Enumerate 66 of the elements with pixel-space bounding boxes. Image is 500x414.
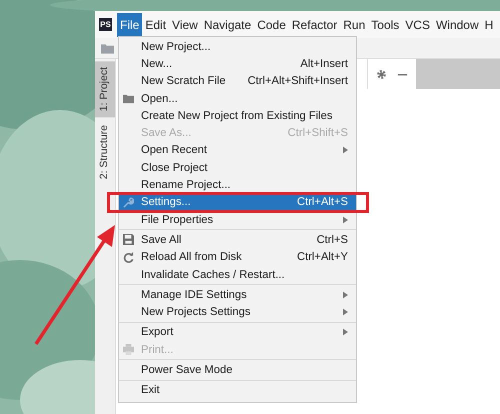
menu-item-label: New Projects Settings bbox=[141, 306, 252, 318]
menu-bar-item[interactable]: Run bbox=[340, 12, 368, 36]
menu-bar-item[interactable]: View bbox=[169, 12, 201, 36]
menu-item-label: Reload All from Disk bbox=[141, 251, 243, 264]
menu-item[interactable]: Exit bbox=[119, 382, 356, 399]
menu-item-label: Export bbox=[141, 326, 174, 338]
shortcut-text: Ctrl+Alt+S bbox=[297, 196, 348, 208]
submenu-arrow-icon bbox=[343, 290, 348, 299]
menu-item-label: Invalidate Caches / Restart... bbox=[141, 268, 286, 280]
menu-item[interactable]: Invalidate Caches / Restart... bbox=[119, 266, 356, 284]
menu-item-label: Settings... bbox=[141, 196, 192, 208]
menu-item[interactable]: Reload All from Disk Ctrl+Alt+Y bbox=[119, 248, 356, 266]
menu-item[interactable]: Save All Ctrl+S bbox=[119, 231, 356, 249]
menu-item-label: File Properties bbox=[141, 214, 214, 226]
menu-bar-item[interactable]: H bbox=[482, 12, 496, 36]
submenu-arrow-icon bbox=[343, 146, 348, 154]
settings-icon[interactable] bbox=[376, 68, 387, 80]
tool-window-tab[interactable]: 2: Structure bbox=[95, 119, 115, 186]
menu-item[interactable]: Power Save Mode bbox=[119, 361, 356, 379]
menu-item[interactable]: New Projects Settings bbox=[119, 303, 356, 321]
menu-item-label: New... bbox=[141, 58, 174, 70]
shortcut-text: Ctrl+S bbox=[316, 234, 348, 246]
menu-item[interactable]: Close Project bbox=[119, 159, 356, 176]
menu-item[interactable]: Rename Project... bbox=[119, 176, 356, 194]
submenu-arrow-icon bbox=[343, 328, 348, 336]
menu-item[interactable]: Open Recent bbox=[119, 142, 356, 160]
app-logo: PS bbox=[99, 18, 112, 31]
tool-window-tab[interactable]: 1: Project bbox=[95, 61, 115, 118]
menu-item-label: Power Save Mode bbox=[141, 364, 234, 376]
submenu-arrow-icon bbox=[343, 216, 348, 224]
menu-bar-item[interactable]: Refactor bbox=[288, 12, 340, 36]
menu-item-label: Open Recent bbox=[141, 144, 208, 156]
shortcut-text: Ctrl+Alt+Shift+Insert bbox=[248, 75, 348, 88]
menu-item[interactable]: New Scratch File Ctrl+Alt+Shift+Insert bbox=[119, 72, 356, 90]
menu-item-label: Save All bbox=[141, 234, 182, 246]
menu-item[interactable]: File Properties bbox=[119, 210, 356, 228]
menu-bar-item[interactable]: VCS bbox=[402, 12, 433, 36]
printer-icon bbox=[123, 344, 134, 356]
folder-icon bbox=[123, 93, 134, 104]
menu-item[interactable]: Manage IDE Settings bbox=[119, 286, 356, 304]
menu-item-label: New Project... bbox=[141, 40, 212, 53]
menu-item-label: Close Project bbox=[141, 162, 209, 174]
menu-bar-item[interactable]: Navigate bbox=[200, 12, 254, 36]
menu-bar-item[interactable]: File bbox=[117, 12, 142, 36]
menu-item-label: Create New Project from Existing Files bbox=[141, 110, 334, 122]
shortcut-text: Alt+Insert bbox=[300, 58, 348, 70]
menu-item-label: Rename Project... bbox=[141, 179, 232, 192]
submenu-arrow-icon bbox=[343, 308, 348, 316]
wrench-icon bbox=[123, 196, 134, 208]
menu-item[interactable]: Open... bbox=[119, 90, 356, 108]
shortcut-text: Ctrl+Shift+S bbox=[288, 127, 348, 140]
refresh-icon bbox=[123, 252, 134, 263]
shortcut-text: Ctrl+Alt+Y bbox=[297, 251, 348, 264]
menu-bar-item[interactable]: Code bbox=[254, 12, 289, 36]
menu-item-label: Save As... bbox=[141, 127, 192, 140]
menu-item-label: Manage IDE Settings bbox=[141, 288, 248, 301]
menu-item[interactable]: New... Alt+Insert bbox=[119, 55, 356, 73]
menu-item-label: New Scratch File bbox=[141, 75, 227, 88]
menu-bar-item[interactable]: Tools bbox=[368, 12, 402, 36]
menu-bar-item[interactable]: Edit bbox=[142, 12, 170, 36]
menu-item-label: Open... bbox=[141, 92, 179, 105]
menu-item[interactable]: Create New Project from Existing Files bbox=[119, 107, 356, 124]
menu-item[interactable]: Export bbox=[119, 324, 356, 342]
menu-item-label: Print... bbox=[141, 344, 174, 356]
menu-bar-item[interactable]: Window bbox=[432, 12, 482, 36]
menu-item-label: Exit bbox=[141, 384, 161, 396]
